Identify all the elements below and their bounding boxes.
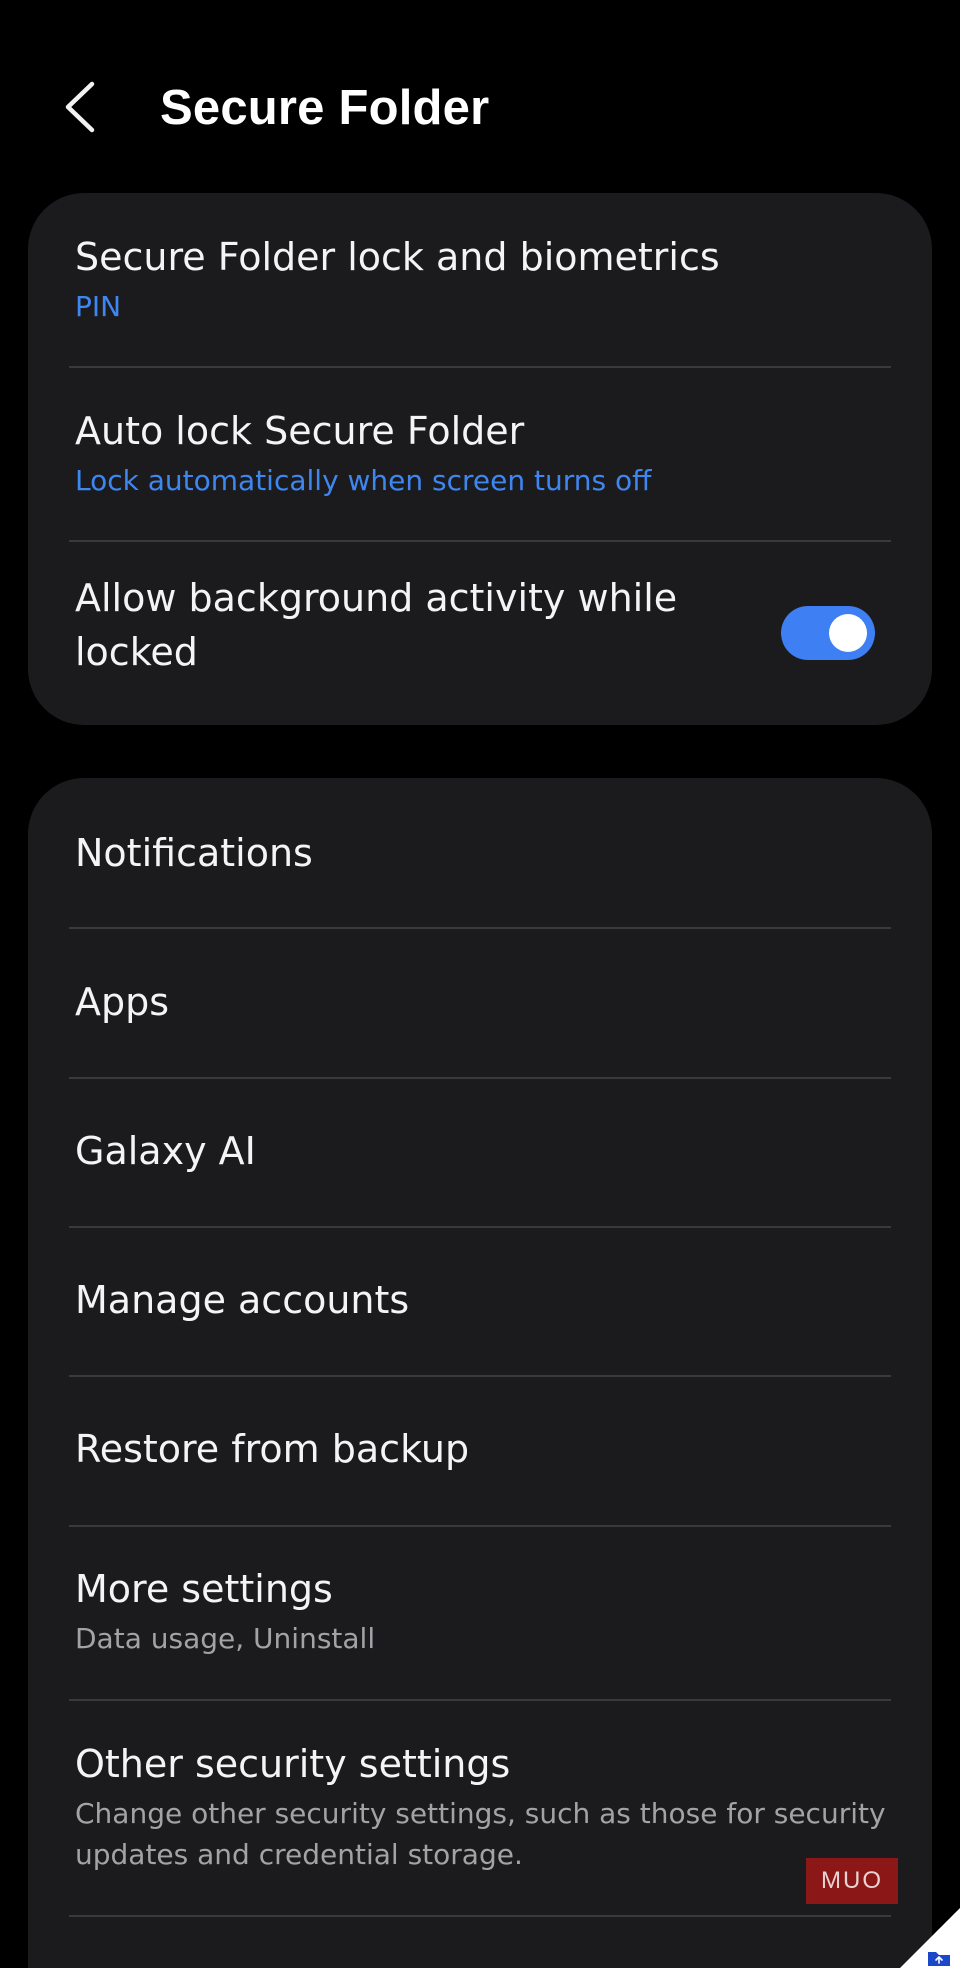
lock-and-biometrics-value: PIN — [75, 290, 122, 323]
apps-item[interactable]: Apps — [28, 929, 932, 1077]
more-settings-title: More settings — [75, 1567, 333, 1611]
restore-from-backup-item[interactable]: Restore from backup — [28, 1377, 932, 1526]
background-activity-title-line2: locked — [75, 630, 198, 674]
other-security-settings-title: Other security settings — [75, 1742, 511, 1786]
auto-lock-title: Auto lock Secure Folder — [75, 409, 525, 453]
notifications-title: Notifications — [75, 831, 313, 875]
manage-accounts-title: Manage accounts — [75, 1278, 410, 1322]
divider — [69, 1915, 891, 1917]
background-activity-title-line1: Allow background activity while — [75, 576, 678, 620]
lock-and-biometrics-title: Secure Folder lock and biometrics — [75, 235, 720, 279]
page-title: Secure Folder — [160, 81, 490, 135]
apps-title: Apps — [75, 980, 170, 1024]
app-header: Secure Folder — [0, 0, 960, 190]
lock-settings-card: Secure Folder lock and biometrics PIN Au… — [28, 193, 932, 725]
background-activity-toggle[interactable] — [781, 606, 875, 660]
galaxy-ai-title: Galaxy AI — [75, 1129, 256, 1173]
back-button[interactable] — [62, 70, 124, 144]
galaxy-ai-item[interactable]: Galaxy AI — [28, 1079, 932, 1227]
notifications-item[interactable]: Notifications — [28, 778, 932, 927]
other-security-settings-item[interactable]: Other security settings Change other sec… — [28, 1701, 932, 1915]
chevron-left-icon — [65, 81, 95, 133]
toggle-knob — [829, 614, 867, 652]
general-settings-card: Notifications Apps Galaxy AI Manage acco… — [28, 778, 932, 1968]
other-security-settings-subtitle-line2: updates and credential storage. — [75, 1838, 523, 1871]
lock-and-biometrics-item[interactable]: Secure Folder lock and biometrics PIN — [28, 193, 932, 367]
other-security-settings-subtitle-line1: Change other security settings, such as … — [75, 1797, 886, 1830]
auto-lock-value: Lock automatically when screen turns off — [75, 464, 652, 497]
auto-lock-item[interactable]: Auto lock Secure Folder Lock automatical… — [28, 368, 932, 540]
folder-upload-icon — [900, 1908, 960, 1968]
manage-accounts-item[interactable]: Manage accounts — [28, 1228, 932, 1376]
muo-watermark-logo: MUO — [806, 1858, 898, 1904]
restore-from-backup-title: Restore from backup — [75, 1427, 470, 1471]
more-settings-subtitle: Data usage, Uninstall — [75, 1622, 376, 1655]
more-settings-item[interactable]: More settings Data usage, Uninstall — [28, 1527, 932, 1699]
